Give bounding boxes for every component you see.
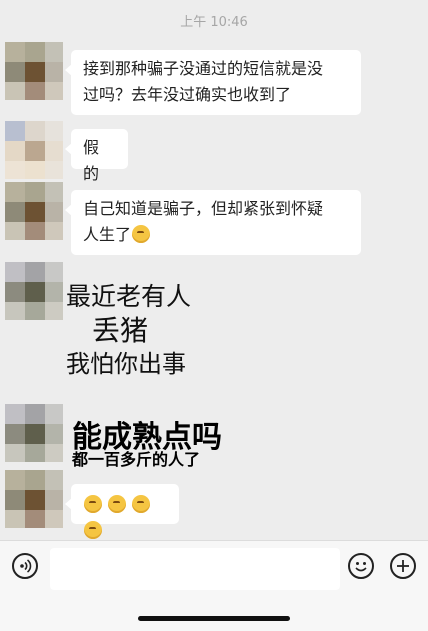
avatar[interactable] [5, 404, 63, 462]
sweat-smile-emoji-icon [84, 495, 102, 513]
message-bubble[interactable]: 接到那种骗子没通过的短信就是没 过吗？去年没过确实也收到了 [65, 50, 361, 115]
message-bubble[interactable]: 假的 [65, 129, 128, 183]
message-text: 假的 [83, 138, 100, 183]
sticker-text[interactable]: 我怕你出事 [66, 344, 186, 379]
avatar[interactable] [5, 42, 63, 100]
message-bubble[interactable] [65, 484, 179, 539]
message-text: 人生了 [83, 225, 132, 244]
sweat-smile-emoji-icon [84, 521, 102, 539]
message-text: 过吗？去年没过确实也收到了 [83, 85, 292, 104]
timestamp: 上午 10:46 [180, 15, 248, 30]
sticker-text[interactable]: 最近老有人 [66, 277, 191, 313]
sweat-smile-emoji-icon [108, 495, 127, 513]
sticker-text[interactable]: 都一百多斤的人了 [72, 446, 200, 470]
message-text: 接到那种骗子没通过的短信就是没 [83, 59, 324, 78]
avatar[interactable] [5, 121, 63, 179]
avatar[interactable] [5, 470, 63, 528]
home-indicator [138, 616, 290, 621]
avatar[interactable] [5, 262, 63, 320]
sweat-smile-emoji-icon [132, 495, 151, 513]
message-text: 自己知道是骗子，但却紧张到怀疑 [83, 199, 324, 218]
sticker-text[interactable]: 丢猪 [92, 309, 148, 349]
avatar[interactable] [5, 182, 63, 240]
sweat-smile-emoji-icon [132, 225, 151, 243]
message-input[interactable] [50, 548, 340, 590]
message-bubble[interactable]: 自己知道是骗子，但却紧张到怀疑 人生了 [65, 190, 361, 255]
chat-area: 上午 10:46 接到那种骗子没通过的短信就是没 过吗？去年没过确实也收到了 假… [0, 0, 428, 540]
voice-icon[interactable] [12, 553, 38, 579]
emoji-icon[interactable] [348, 553, 374, 579]
plus-icon[interactable] [390, 553, 416, 579]
